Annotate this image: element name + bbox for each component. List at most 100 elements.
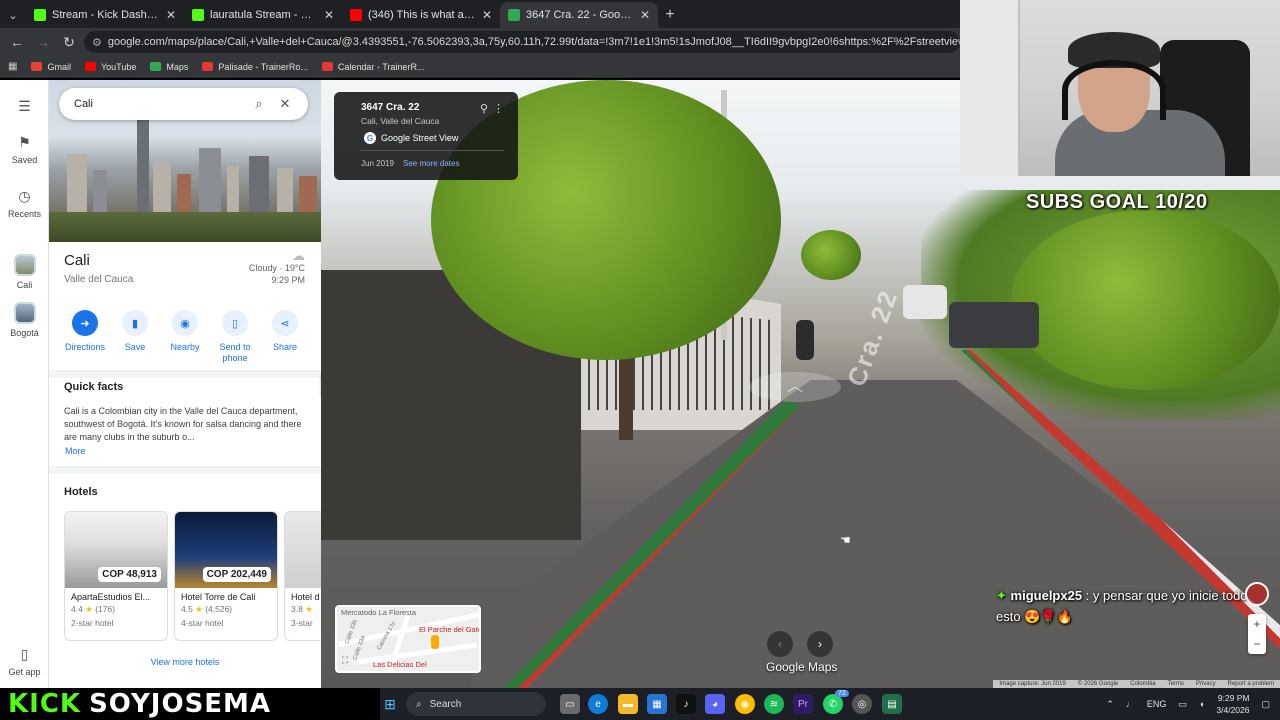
- city-hero-image[interactable]: Cali ⌕ ✕: [49, 80, 321, 242]
- discord-icon[interactable]: ◕: [705, 694, 725, 714]
- hotel-card[interactable]: CHotel d3.8 ★ 3-star: [284, 511, 321, 641]
- footer-item[interactable]: Privacy: [1196, 680, 1216, 688]
- action-directions[interactable]: ➜ Directions: [61, 310, 109, 364]
- divider: [49, 466, 321, 474]
- bookmark-item[interactable]: YouTube: [84, 62, 136, 72]
- whatsapp-icon[interactable]: ✆: [823, 694, 843, 714]
- previous-icon[interactable]: ‹: [767, 631, 793, 657]
- more-options-icon[interactable]: ⋮: [493, 102, 504, 115]
- search-icon[interactable]: ⌕: [246, 96, 272, 112]
- hotel-rating: 3.8 ★: [285, 602, 321, 615]
- taskbar-search[interactable]: ⌕ Search: [406, 692, 546, 716]
- language-indicator[interactable]: ENG: [1147, 699, 1167, 709]
- browser-tab[interactable]: Stream - Kick Dashboard ✕: [26, 2, 184, 28]
- close-tab-icon[interactable]: ✕: [166, 8, 176, 22]
- bookmark-item[interactable]: Gmail: [31, 62, 71, 72]
- minimap-label: Las Delicias Del: [373, 660, 427, 669]
- headphones: [1062, 60, 1166, 120]
- more-link[interactable]: More: [65, 446, 86, 456]
- hotel-rating: 4.5 ★ (4,526): [175, 602, 277, 615]
- search-input[interactable]: Cali: [74, 98, 246, 110]
- subs-goal: SUBS GOAL 10/20: [1026, 191, 1208, 213]
- back-icon[interactable]: ←: [6, 31, 28, 53]
- start-icon[interactable]: ⊞: [380, 694, 400, 714]
- hotel-card[interactable]: COP 202,449 Hotel Torre de Cali 4.5 ★ (4,5…: [174, 511, 278, 641]
- sv-provider-label: Google Street View: [381, 133, 459, 143]
- kick-banner: KICK SOYJOSEMA: [0, 688, 380, 720]
- hotel-card[interactable]: COP 48,913 ApartaEstudios El... 4.4 ★ (176…: [64, 511, 168, 641]
- footer-item[interactable]: Report a problem: [1228, 680, 1274, 688]
- browser-tab[interactable]: (346) This is what a PROFESSIO ✕: [342, 2, 500, 28]
- site-info-icon[interactable]: ⚙: [92, 36, 102, 49]
- move-forward-arrow-icon[interactable]: ︿: [749, 372, 841, 402]
- apps-icon[interactable]: ▦: [8, 61, 17, 72]
- notification-icon[interactable]: ▢: [1261, 699, 1270, 710]
- folder-icon[interactable]: ▬: [618, 694, 638, 714]
- bookmark-item[interactable]: Palisade - TrainerRo...: [202, 62, 308, 72]
- close-icon[interactable]: ✕: [272, 96, 298, 112]
- pegman-icon: [431, 635, 439, 649]
- menu-button[interactable]: ☰: [0, 98, 49, 119]
- tiktok-icon[interactable]: ♪: [676, 694, 696, 714]
- reload-icon[interactable]: ↻: [58, 31, 80, 53]
- close-tab-icon[interactable]: ✕: [482, 8, 492, 22]
- store-icon[interactable]: ▦: [647, 694, 667, 714]
- tab-search-icon[interactable]: ⌄: [0, 2, 26, 28]
- close-tab-icon[interactable]: ✕: [640, 8, 650, 22]
- edge-icon[interactable]: e: [588, 694, 608, 714]
- system-tray: ⌃ ♩ ENG ▭ ◖ 9:29 PM 3/4/2026 ▢: [1106, 688, 1270, 720]
- rail-cali[interactable]: Cali: [0, 254, 49, 290]
- hotels-carousel: COP 48,913 ApartaEstudios El... 4.4 ★ (176…: [64, 511, 321, 643]
- expand-icon[interactable]: ⛶: [342, 655, 348, 666]
- browser-tab[interactable]: lauratula Stream - Watch Live o ✕: [184, 2, 342, 28]
- terminal-icon[interactable]: ▤: [882, 694, 902, 714]
- close-tab-icon[interactable]: ✕: [324, 8, 334, 22]
- browser-tab[interactable]: 3647 Cra. 22 - Google Maps ✕: [500, 2, 658, 28]
- action-save[interactable]: ▮ Save: [111, 310, 159, 364]
- search-box[interactable]: Cali ⌕ ✕: [59, 88, 308, 120]
- spotify-icon[interactable]: ≋: [764, 694, 784, 714]
- volume-icon[interactable]: ◖: [1199, 699, 1204, 709]
- door: [960, 0, 1020, 176]
- bookmark-label: Gmail: [47, 61, 71, 72]
- new-tab-button[interactable]: +: [658, 2, 682, 28]
- rail-bogota[interactable]: Bogotá: [0, 302, 49, 338]
- rail-cali-label: Cali: [16, 280, 33, 290]
- task-view-icon[interactable]: ▭: [560, 694, 580, 714]
- microphone-icon[interactable]: ♩: [1126, 699, 1135, 709]
- bookmark-favicon-icon: [202, 62, 214, 71]
- minimap-label: Mercatodo La Floresta: [341, 608, 417, 617]
- rail-saved[interactable]: ⚑ Saved: [0, 134, 49, 165]
- pin-icon[interactable]: ⚲: [480, 102, 488, 115]
- place-title: Cali: [64, 252, 90, 269]
- chrome-icon[interactable]: ◉: [735, 694, 755, 714]
- zoom-out-icon[interactable]: −: [1248, 634, 1266, 654]
- minimap[interactable]: Mercatodo La Floresta El Parche del Gato…: [335, 605, 481, 673]
- review-count: (4,526): [205, 604, 233, 614]
- network-icon[interactable]: ▭: [1178, 699, 1187, 710]
- action-nearby[interactable]: ◉ Nearby: [161, 310, 209, 364]
- action-share[interactable]: ⋖ Share: [261, 310, 309, 364]
- tab-label: lauratula Stream - Watch Live o: [210, 9, 318, 21]
- premiere-icon[interactable]: Pr: [793, 694, 813, 714]
- forward-icon[interactable]: →: [32, 31, 54, 53]
- action-send-to-phone[interactable]: ▯ Send to phone: [211, 310, 259, 364]
- rail-recents[interactable]: ◷ Recents: [0, 188, 49, 219]
- obs-icon[interactable]: ◎: [852, 694, 872, 714]
- view-more-hotels-link[interactable]: View more hotels: [49, 657, 321, 667]
- google-maps-brand: Google Maps: [766, 660, 838, 674]
- address-bar[interactable]: ⚙ google.com/maps/place/Cali,+Valle+del+…: [84, 31, 960, 53]
- place-panel: Cali ⌕ ✕ Cali Valle del Cauca ☁ Cloudy ·…: [49, 80, 321, 688]
- see-more-dates-link[interactable]: See more dates: [403, 159, 459, 168]
- footer-item[interactable]: Terms: [1168, 680, 1184, 688]
- hotel-type: 2-star hotel: [71, 618, 114, 628]
- bookmarks-bar: ▦ Gmail YouTube Maps Palisade - TrainerRo..…: [0, 56, 960, 78]
- chevron-up-icon[interactable]: ⌃: [1106, 699, 1114, 710]
- google-logo-icon: G: [364, 132, 376, 144]
- clock[interactable]: 9:29 PM 3/4/2026: [1216, 692, 1249, 716]
- footer-item[interactable]: Colombia: [1130, 680, 1155, 688]
- next-icon[interactable]: ›: [807, 631, 833, 657]
- rail-get-app[interactable]: ▯ Get app: [0, 646, 49, 677]
- bookmark-item[interactable]: Maps: [150, 62, 188, 72]
- bookmark-item[interactable]: Calendar - TrainerR...: [321, 62, 424, 72]
